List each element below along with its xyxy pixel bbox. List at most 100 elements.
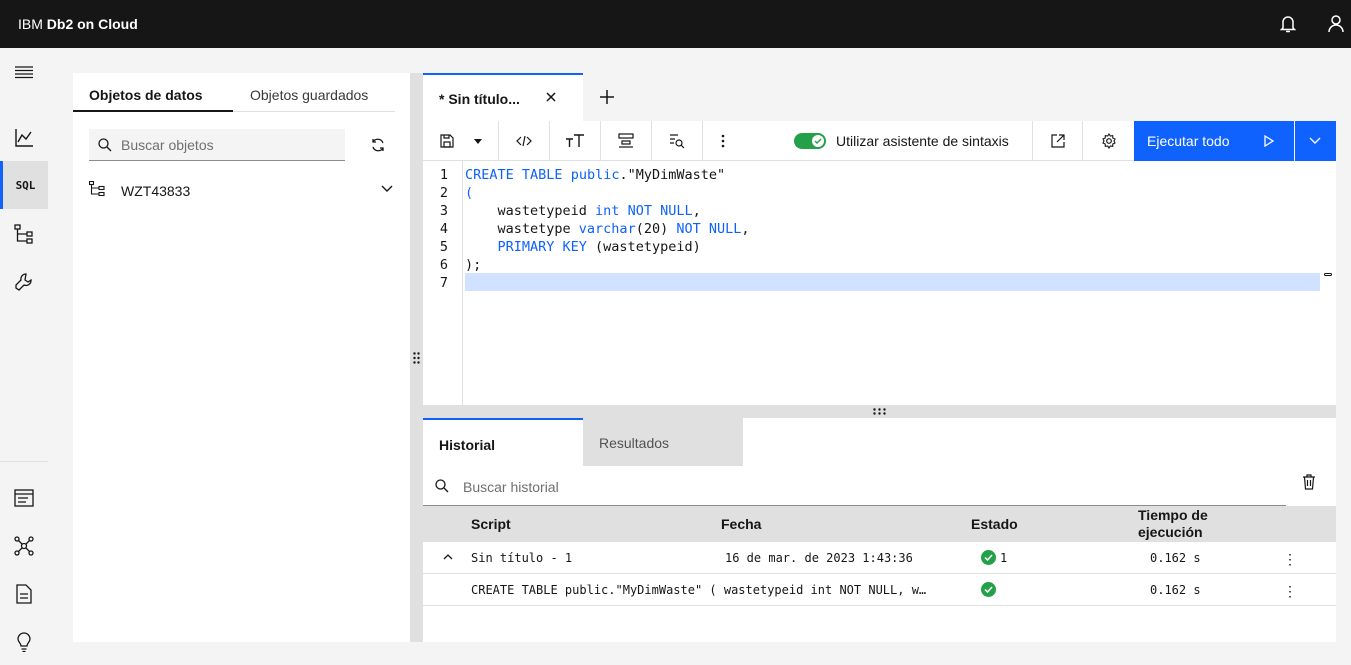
run-all-button[interactable]: Ejecutar todo (1134, 121, 1294, 161)
table-row[interactable]: Sin título - 1 16 de mar. de 2023 1:43:3… (423, 542, 1336, 574)
syntax-assistant-toggle[interactable] (794, 133, 826, 149)
sql-nav[interactable]: SQL (0, 161, 48, 209)
toggle-knob (812, 135, 824, 147)
history-panel: Historial Resultados Buscar historial Sc… (423, 418, 1336, 642)
line-number: 1 (439, 167, 448, 183)
side-rail: SQL (0, 48, 48, 665)
tab-data-objects[interactable]: Objetos de datos (89, 73, 203, 113)
chevron-up-icon[interactable] (443, 554, 453, 560)
row-date: 16 de mar. de 2023 1:43:36 (725, 551, 913, 565)
user-avatar-icon[interactable] (1324, 12, 1348, 36)
schema-tree-icon (89, 181, 105, 197)
code-line: PRIMARY KEY (wastetypeid) (497, 239, 701, 255)
col-date[interactable]: Fecha (721, 516, 761, 532)
row-exec-time: 0.162 s (1150, 583, 1201, 597)
minimap-marker (1324, 273, 1332, 276)
launch-icon (1050, 134, 1065, 148)
tab-results-label: Resultados (599, 435, 670, 451)
console-icon[interactable] (0, 474, 48, 522)
line-number: 2 (439, 185, 448, 201)
table-row[interactable]: CREATE TABLE public."MyDimWaste" ( waste… (423, 574, 1336, 606)
editor-tab-title: * Sin título... (439, 91, 520, 107)
caret-down-icon[interactable] (473, 138, 482, 144)
code-line: CREATE TABLE public."MyDimWaste" (465, 167, 726, 183)
code-icon (516, 135, 532, 147)
code-button[interactable] (499, 121, 550, 161)
notification-bell-icon[interactable] (1276, 12, 1300, 36)
sql-nav-label: SQL (15, 178, 36, 192)
col-exec-time-line2[interactable]: ejecución (1138, 524, 1203, 540)
drag-handle-icon (413, 352, 420, 364)
find-button[interactable] (652, 121, 703, 161)
object-search-placeholder: Buscar objetos (121, 137, 214, 153)
menu-icon[interactable] (0, 48, 48, 96)
line-number: 4 (439, 221, 448, 237)
col-status[interactable]: Estado (971, 516, 1018, 532)
editor-toolbar: Utilizar asistente de sintaxis Ejecutar … (423, 121, 1336, 161)
trash-icon[interactable] (1301, 474, 1317, 490)
editor-resize-handle[interactable] (423, 405, 1336, 418)
network-icon[interactable] (0, 522, 48, 570)
data-objects-panel: Objetos de datos Objetos guardados Busca… (73, 73, 410, 642)
row-exec-time: 0.162 s (1150, 551, 1201, 565)
monitor-chart-icon[interactable] (0, 114, 48, 162)
chevron-down-icon[interactable] (381, 185, 393, 193)
row-status-count: 1 (1000, 551, 1008, 565)
panel-resize-handle[interactable] (410, 73, 423, 642)
history-table-header: Script Fecha Estado Tiempo de ejecución (423, 506, 1336, 542)
col-script[interactable]: Script (471, 516, 511, 532)
history-search-placeholder: Buscar historial (463, 479, 559, 495)
tab-saved-objects[interactable]: Objetos guardados (250, 73, 368, 113)
line-number-gutter: 1 2 3 4 5 6 7 (423, 161, 463, 405)
success-check-icon (981, 550, 996, 565)
save-button[interactable] (423, 121, 499, 161)
lightbulb-icon[interactable] (0, 618, 48, 665)
data-tree-icon[interactable] (0, 210, 48, 258)
history-search-input[interactable]: Buscar historial (423, 466, 1286, 506)
search-icon (435, 479, 449, 493)
line-number: 7 (439, 275, 448, 291)
run-options-button[interactable] (1295, 121, 1336, 161)
tab-history[interactable]: Historial (423, 418, 583, 466)
brand[interactable]: IBM Db2 on Cloud (18, 16, 138, 32)
top-bar: IBM Db2 on Cloud (0, 0, 1351, 48)
text-size-icon (566, 134, 584, 147)
tab-results[interactable]: Resultados (583, 418, 743, 466)
add-tab-icon[interactable] (595, 85, 619, 109)
format-icon (618, 133, 634, 148)
editor-tab-bar: * Sin título... (423, 73, 1336, 121)
row-script: CREATE TABLE public."MyDimWaste" ( waste… (471, 583, 927, 597)
line-number: 3 (439, 203, 448, 219)
document-icon[interactable] (0, 570, 48, 618)
schema-name: WZT43833 (121, 183, 191, 199)
refresh-icon[interactable] (370, 137, 386, 153)
line-number: 5 (439, 239, 448, 255)
checkmark-icon (814, 138, 822, 144)
overflow-menu-icon (721, 134, 725, 148)
brand-name: Db2 on Cloud (46, 16, 138, 32)
active-tab-indicator (73, 110, 233, 112)
save-icon (439, 134, 454, 148)
play-icon (1264, 135, 1274, 147)
object-search-input[interactable]: Buscar objetos (89, 129, 345, 161)
code-line: ( (465, 185, 474, 201)
schema-tree-item[interactable]: WZT43833 (89, 179, 399, 207)
close-icon[interactable] (543, 89, 559, 105)
drag-handle-icon (873, 408, 886, 415)
code-editor[interactable]: 1 2 3 4 5 6 7 CREATE TABLE public."MyDim… (423, 161, 1336, 405)
format-button[interactable] (601, 121, 652, 161)
sql-editor-area: * Sin título... Utilizar asistente de si… (423, 73, 1336, 642)
wrench-icon[interactable] (0, 258, 48, 306)
code-line: wastetype varchar(20) NOT NULL, (465, 221, 750, 237)
overflow-menu-icon[interactable]: ⋮ (1283, 551, 1297, 568)
text-size-button[interactable] (550, 121, 601, 161)
search-icon (98, 138, 112, 152)
gear-icon (1101, 133, 1116, 149)
open-external-button[interactable] (1032, 121, 1083, 161)
more-options-button[interactable] (703, 121, 743, 161)
settings-button[interactable] (1083, 121, 1134, 161)
col-exec-time-line1[interactable]: Tiempo de (1138, 507, 1208, 523)
editor-tab[interactable]: * Sin título... (423, 73, 583, 121)
overflow-menu-icon[interactable]: ⋮ (1283, 583, 1297, 600)
chevron-down-icon (1309, 137, 1321, 144)
